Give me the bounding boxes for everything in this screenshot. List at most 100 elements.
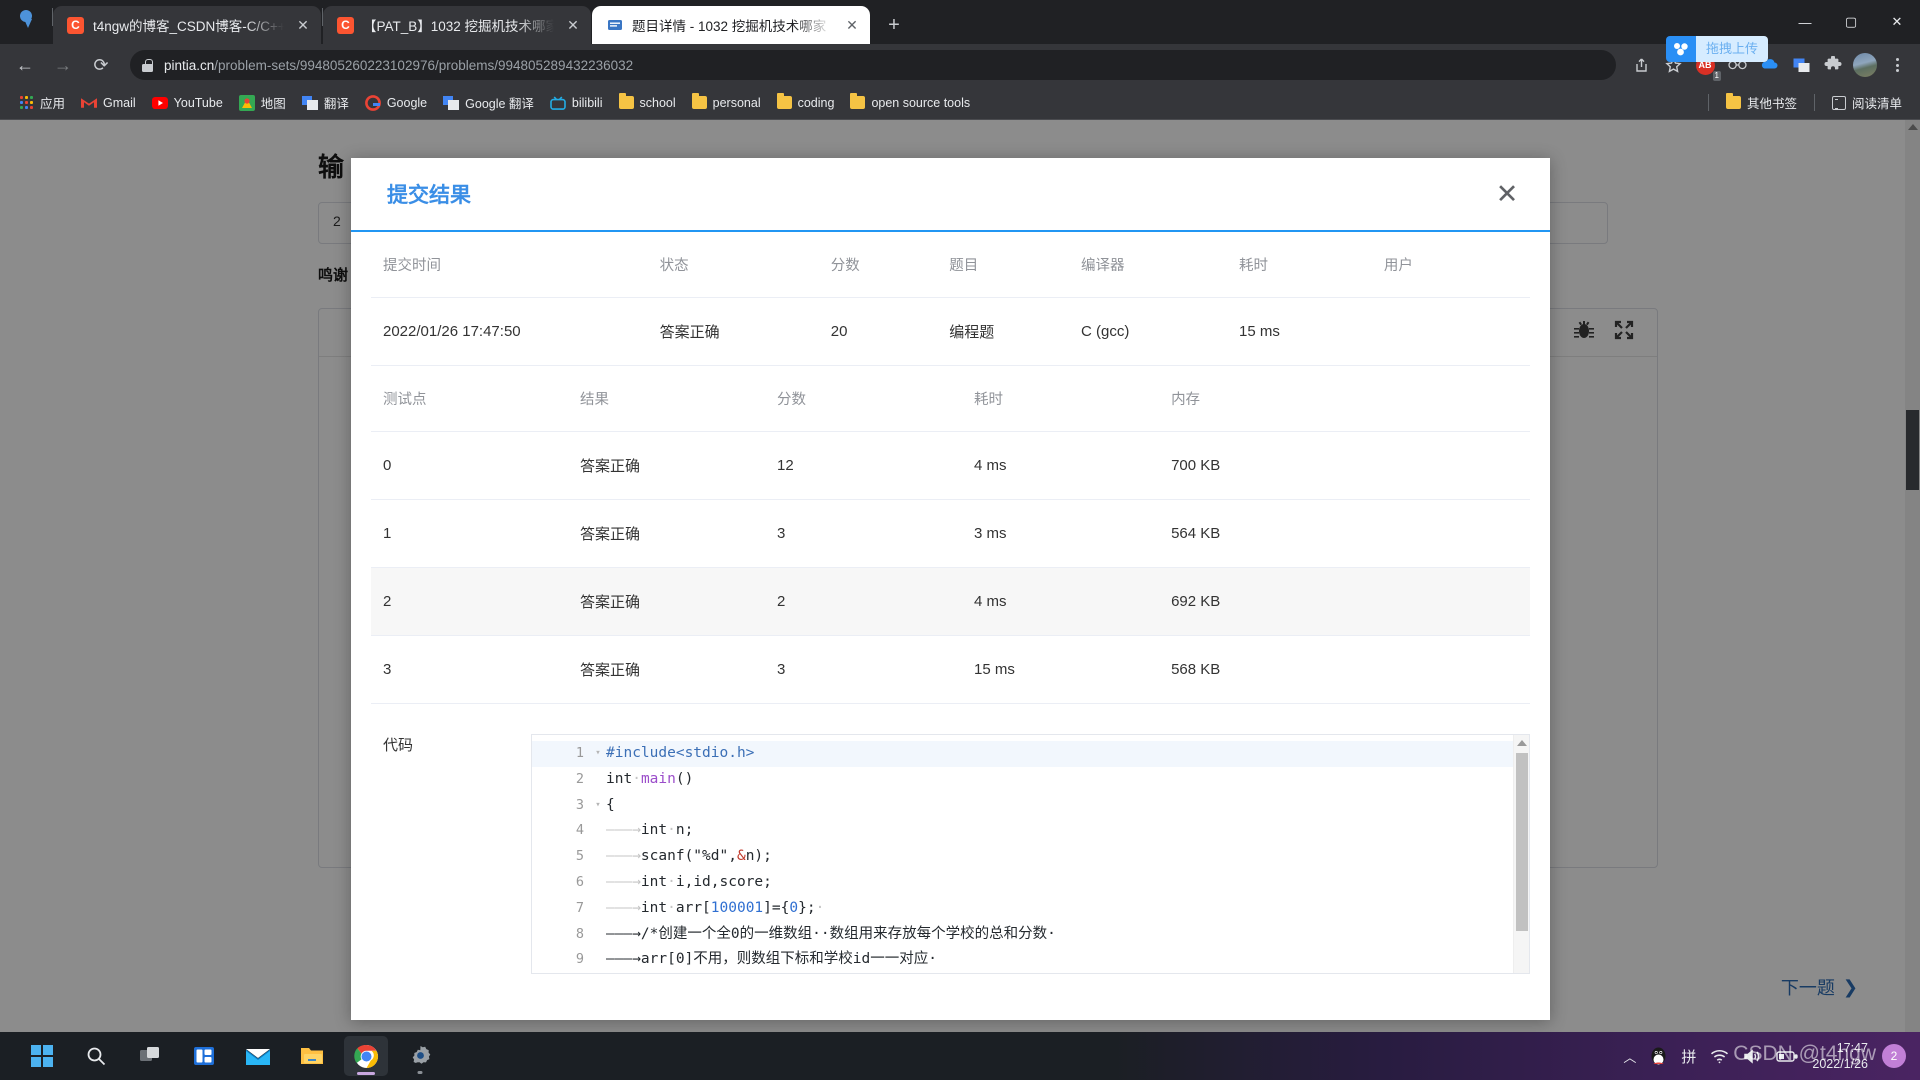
cell-score: 3 (765, 499, 963, 568)
fold-arrow-icon[interactable] (590, 896, 606, 922)
dialog-title: 提交结果 (387, 184, 471, 207)
submission-result-dialog: 提交结果 ✕ 提交时间 状态 分数 题目 编译器 耗时 用户 2022/01/2… (351, 158, 1550, 1020)
address-bar[interactable]: pintia.cn/problem-sets/99480526022310297… (130, 50, 1616, 80)
code-text: ———→int·i,id,score; (606, 873, 772, 890)
menu-kebab-icon[interactable] (1882, 50, 1912, 80)
fold-arrow-icon[interactable] (590, 767, 606, 793)
battery-icon[interactable] (1776, 1050, 1799, 1063)
cell-result: 答案正确 (568, 431, 766, 500)
bookmark-youtube[interactable]: YouTube (144, 92, 231, 114)
th-testpoint: 测试点 (371, 366, 569, 432)
new-tab-button[interactable]: + (879, 10, 909, 40)
bookmark-gmail[interactable]: Gmail (73, 92, 144, 114)
bookmark-label: Google 翻译 (465, 97, 534, 111)
bookmark-reading-list[interactable]: 阅读清单 (1824, 90, 1910, 115)
folder-icon (776, 93, 792, 109)
th-user: 用户 (1371, 232, 1530, 298)
fold-arrow-icon[interactable] (590, 973, 606, 974)
scroll-up-arrow-icon[interactable] (1516, 740, 1527, 746)
line-number: 1 (575, 745, 584, 761)
maximize-button[interactable]: ▢ (1828, 0, 1874, 44)
tab-csdn-blog[interactable]: C t4ngw的博客_CSDN博客-C/C++ ✕ (53, 6, 321, 44)
puzzle-extension-icon[interactable] (1818, 50, 1848, 80)
th-duration: 耗时 (1227, 232, 1372, 298)
cell-memory: 564 KB (1159, 499, 1530, 568)
close-icon[interactable]: ✕ (293, 15, 313, 35)
chrome-icon[interactable] (344, 1036, 388, 1076)
task-view-icon[interactable] (128, 1036, 172, 1076)
close-icon[interactable]: ✕ (842, 15, 862, 35)
search-icon[interactable] (74, 1036, 118, 1076)
taskbar-clock[interactable]: 17:47 2022/1/26 (1812, 1040, 1868, 1072)
forward-button[interactable]: → (46, 48, 80, 82)
bookmark-other-bookmarks[interactable]: 其他书签 (1718, 90, 1805, 115)
th-result: 结果 (568, 366, 766, 432)
close-icon[interactable]: ✕ (563, 15, 583, 35)
minimize-button[interactable]: — (1782, 0, 1828, 44)
pan-upload-tooltip[interactable]: 拖拽上传 (1666, 36, 1769, 62)
reload-button[interactable]: ⟳ (84, 48, 118, 82)
bookmark-coding[interactable]: coding (769, 93, 843, 113)
fold-arrow-icon[interactable] (590, 818, 606, 844)
back-button[interactable]: ← (8, 48, 42, 82)
scrollbar-thumb[interactable] (1516, 753, 1528, 931)
close-icon[interactable]: ✕ (1490, 177, 1524, 211)
code-line: 4 ———→int·n; (532, 818, 1529, 844)
fold-arrow-icon[interactable] (590, 947, 606, 973)
bookmark-translate-cn[interactable]: 翻译 (294, 90, 357, 115)
qq-penguin-icon[interactable] (1650, 1047, 1667, 1066)
bookmark-school[interactable]: school (611, 93, 684, 113)
notification-badge[interactable]: 2 (1882, 1044, 1906, 1068)
widgets-icon[interactable] (182, 1036, 226, 1076)
table-header-row: 提交时间 状态 分数 题目 编译器 耗时 用户 (371, 232, 1530, 298)
bookmark-google-translate[interactable]: Google 翻译 (435, 90, 542, 115)
taskbar-items (20, 1036, 442, 1076)
bookmark-apps[interactable]: 应用 (10, 90, 73, 115)
close-window-button[interactable]: ✕ (1874, 0, 1920, 44)
bookmark-open-source-tools[interactable]: open source tools (842, 93, 978, 113)
th-status: 状态 (647, 232, 819, 298)
line-number: 2 (575, 770, 584, 787)
line-number: 8 (575, 925, 584, 942)
code-scrollbar[interactable] (1513, 735, 1529, 973)
fold-arrow-icon[interactable] (590, 922, 606, 948)
wifi-icon[interactable] (1710, 1049, 1729, 1064)
tab-problem-detail[interactable]: 题目详情 - 1032 挖掘机技术哪家 ✕ (592, 6, 870, 44)
fold-arrow-icon[interactable] (590, 844, 606, 870)
translate-icon (443, 95, 460, 111)
ime-indicator[interactable]: 拼 (1681, 1046, 1696, 1067)
bookmark-label: 地图 (260, 97, 286, 111)
fold-arrow-icon[interactable] (590, 870, 606, 896)
code-text: ———→scanf("%d",&n); (606, 848, 772, 865)
clock-time: 17:47 (1836, 1041, 1868, 1055)
line-number: 9 (575, 951, 584, 968)
start-windows-icon[interactable] (20, 1036, 64, 1076)
cell-testpoint-id: 1 (371, 499, 569, 568)
fold-arrow-icon[interactable]: ▾ (590, 793, 606, 819)
mail-icon[interactable] (236, 1036, 280, 1076)
bookmark-maps[interactable]: 地图 (231, 90, 294, 115)
share-icon[interactable] (1626, 50, 1656, 80)
tab-pat-b-1032[interactable]: C 【PAT_B】1032 挖掘机技术哪家 ✕ (323, 6, 591, 44)
bookmark-personal[interactable]: personal (684, 93, 769, 113)
tray-chevron-up-icon[interactable]: ︿ (1623, 1047, 1636, 1066)
tab-search-pin[interactable] (0, 0, 52, 44)
bookmark-label: 阅读清单 (1851, 97, 1902, 111)
reading-list-icon (1831, 95, 1846, 110)
translate-extension-icon[interactable] (1786, 50, 1816, 80)
file-explorer-icon[interactable] (290, 1036, 334, 1076)
settings-icon[interactable] (398, 1036, 442, 1076)
bookmark-label: Google (386, 95, 428, 110)
volume-icon[interactable] (1743, 1048, 1762, 1064)
profile-avatar[interactable] (1850, 50, 1880, 80)
browser-window: 输 2 鸣谢 下一题 ❯ 提交结果 ✕ 提交时间 状态 分数 题目 编译器 耗时… (0, 0, 1920, 1080)
cell-result: 答案正确 (568, 499, 766, 568)
bookmark-google[interactable]: Google (357, 92, 435, 114)
table-row: 1 答案正确 3 3 ms 564 KB (371, 499, 1530, 568)
th-submit-time: 提交时间 (371, 232, 648, 298)
fold-arrow-icon[interactable]: ▾ (590, 741, 606, 767)
code-viewer[interactable]: 1 ▾ #include<stdio.h> 2 int·main() 3 ▾ {… (531, 734, 1530, 974)
cell-problem-type: 编程题 (937, 297, 1069, 366)
bookmark-bilibili[interactable]: bilibili (542, 92, 611, 114)
cell-user (1371, 297, 1530, 366)
